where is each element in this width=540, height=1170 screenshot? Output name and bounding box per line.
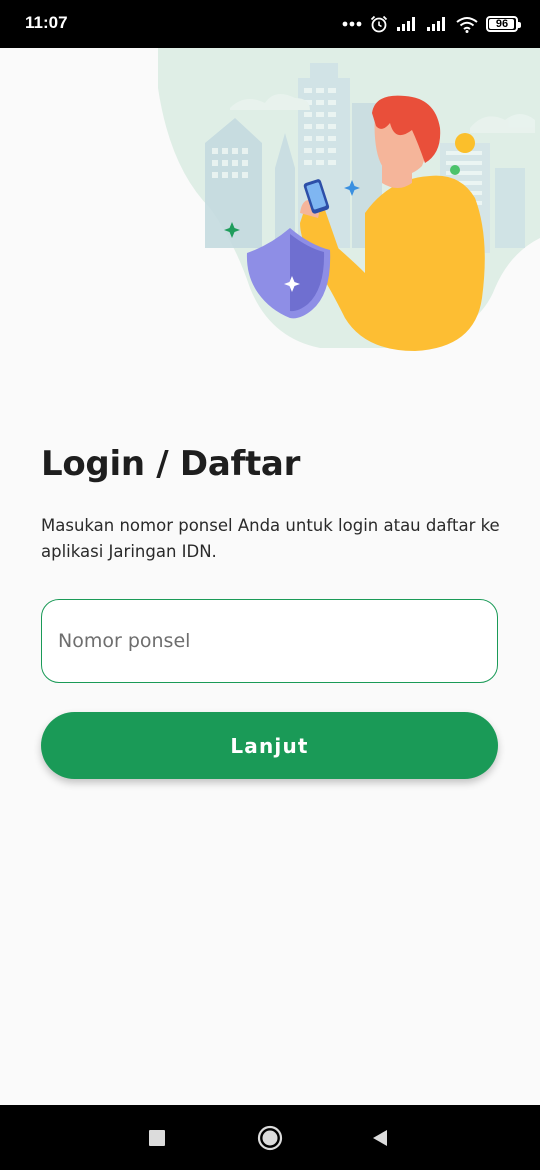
battery-icon: 96 [486,16,521,32]
home-circle-icon [257,1125,283,1150]
decor-dot [455,133,475,153]
back-triangle-icon [373,1129,387,1146]
back-button[interactable] [340,1105,420,1170]
continue-button[interactable]: Lanjut [41,712,498,779]
battery-tip [518,22,521,28]
signal-icon [397,17,415,31]
battery-level: 96 [495,18,509,30]
system-nav-bar [0,1105,540,1170]
more-dots-icon [342,21,362,27]
page-title: Login / Daftar [41,444,301,484]
status-time: 11:07 [25,13,68,32]
status-icons: 96 [342,12,521,36]
phone-number-input[interactable] [41,599,498,683]
security-login-illustration [158,48,540,351]
wifi-icon [456,16,478,33]
recents-button[interactable] [117,1105,197,1170]
signal-icon [427,17,445,31]
recents-square-icon [149,1129,165,1146]
page-subtitle: Masukan nomor ponsel Anda untuk login at… [41,516,500,561]
home-button[interactable] [230,1105,310,1170]
status-bar: 11:07 96 [0,0,540,48]
alarm-icon [370,15,388,33]
decor-dot [450,165,460,175]
